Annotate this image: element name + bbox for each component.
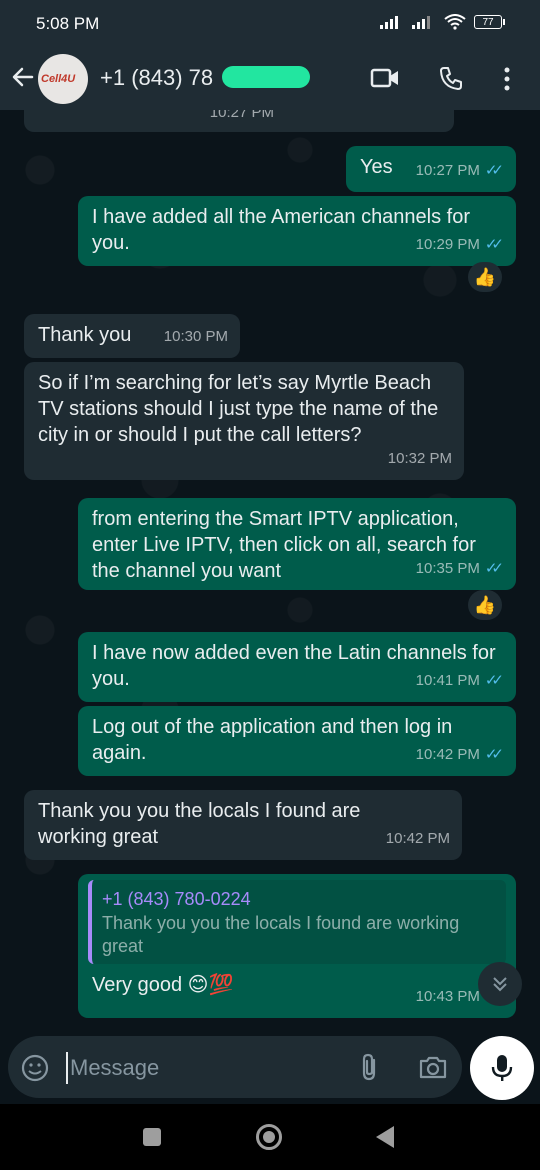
- message-text: So if I’m searching for let’s say Myrtle…: [38, 372, 439, 446]
- message-outgoing[interactable]: Log out of the application and then log …: [78, 706, 516, 776]
- battery-icon: 77: [474, 15, 505, 29]
- recent-apps-button[interactable]: [143, 1128, 161, 1146]
- back-arrow-icon[interactable]: [10, 64, 36, 90]
- message-time: 10:42 PM: [385, 830, 450, 847]
- message-time: 10:30 PM: [163, 328, 228, 345]
- video-call-icon[interactable]: [370, 66, 400, 90]
- message-input[interactable]: [66, 1052, 332, 1084]
- scroll-to-bottom-button[interactable]: [478, 962, 522, 1006]
- read-ticks-icon: ✓✓: [484, 672, 504, 689]
- composer-box: [8, 1036, 462, 1098]
- message-time: 10:43 PM: [415, 988, 480, 1005]
- avatar[interactable]: Cell4U: [38, 54, 88, 104]
- voice-call-icon[interactable]: [438, 65, 464, 91]
- double-chevron-down-icon: [493, 977, 507, 992]
- message-outgoing[interactable]: +1 (843) 780-0224 Thank you you the loca…: [78, 874, 516, 1018]
- quoted-sender: +1 (843) 780-0224: [102, 889, 251, 909]
- read-ticks-icon: ✓✓: [484, 560, 504, 577]
- composer-bar: [0, 1032, 540, 1104]
- message-text: Yes: [360, 156, 393, 178]
- system-nav-bar: [0, 1104, 540, 1170]
- read-ticks-icon: ✓✓: [484, 236, 504, 253]
- message-incoming[interactable]: Thank you you the locals I found are wor…: [24, 790, 462, 860]
- status-time: 5:08 PM: [36, 14, 100, 33]
- message-time: 10:29 PM: [415, 236, 480, 253]
- message-time: 10:42 PM: [415, 746, 480, 763]
- message-time: 10:32 PM: [387, 450, 452, 467]
- quoted-text: Thank you you the locals I found are wor…: [102, 913, 460, 956]
- message-text: Thank you: [38, 324, 132, 346]
- reaction-badge[interactable]: 👍: [468, 262, 502, 292]
- message-time: 10:41 PM: [415, 672, 480, 689]
- signal-icon: [380, 16, 398, 29]
- message-time: 10:27 PM: [209, 110, 274, 121]
- message-outgoing[interactable]: from entering the Smart IPTV application…: [78, 498, 516, 590]
- chat-header: Cell4U +1 (843) 78: [0, 48, 540, 110]
- message-text: Very good 😊💯: [92, 974, 234, 996]
- message-outgoing[interactable]: Yes 10:27 PM ✓✓: [346, 146, 516, 192]
- message-text: Thank you you the locals I found are wor…: [38, 800, 361, 848]
- message-outgoing[interactable]: I have added all the American channels f…: [78, 196, 516, 266]
- camera-icon[interactable]: [418, 1054, 448, 1080]
- status-icons: 77: [380, 14, 505, 30]
- avatar-logo-text: Cell4U: [41, 73, 76, 85]
- voice-record-button[interactable]: [470, 1036, 534, 1100]
- message-incoming[interactable]: Thank you 10:30 PM: [24, 314, 240, 358]
- microphone-icon: [491, 1055, 513, 1081]
- message-incoming[interactable]: So if I’m searching for let’s say Myrtle…: [24, 362, 464, 480]
- read-ticks-icon: ✓✓: [484, 746, 504, 763]
- status-bar: 5:08 PM 77: [0, 0, 540, 48]
- contact-name[interactable]: +1 (843) 78: [100, 65, 213, 91]
- wifi-icon: [444, 14, 466, 30]
- message-partial[interactable]: 10:27 PM: [24, 110, 454, 132]
- home-button[interactable]: [256, 1124, 282, 1150]
- redaction-mark: [222, 66, 310, 88]
- chat-area[interactable]: 10:27 PM Yes 10:27 PM ✓✓ I have added all…: [0, 110, 540, 1032]
- attach-icon[interactable]: [358, 1052, 382, 1082]
- message-outgoing[interactable]: I have now added even the Latin channels…: [78, 632, 516, 702]
- more-options-icon[interactable]: [503, 67, 511, 91]
- read-ticks-icon: ✓✓: [484, 162, 504, 179]
- message-time: 10:35 PM: [415, 560, 480, 577]
- emoji-sticker-icon[interactable]: [20, 1053, 50, 1083]
- signal-icon-2: [412, 16, 430, 29]
- reaction-badge[interactable]: 👍: [468, 590, 502, 620]
- message-time: 10:27 PM: [415, 162, 480, 179]
- quoted-message[interactable]: +1 (843) 780-0224 Thank you you the loca…: [88, 880, 506, 964]
- nav-back-button[interactable]: [376, 1126, 394, 1148]
